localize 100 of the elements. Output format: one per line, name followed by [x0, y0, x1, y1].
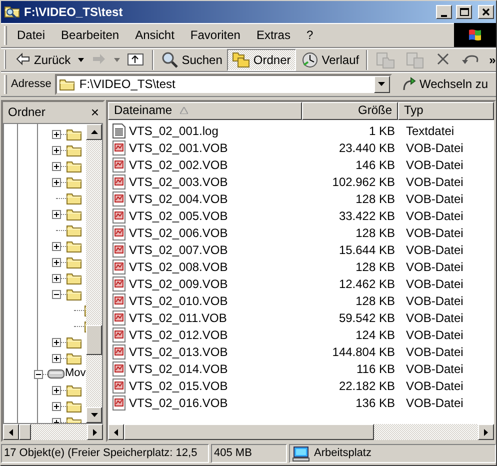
folder-search-icon: [4, 4, 20, 20]
file-row[interactable]: VTS_02_012.VOB 124 KB VOB-Datei: [108, 326, 494, 344]
right-arrow-icon[interactable]: [93, 428, 97, 436]
close-button[interactable]: ×: [90, 105, 99, 120]
scrollbar-thumb[interactable]: [19, 424, 31, 440]
address-field[interactable]: F:\VIDEO_TS\test: [55, 74, 392, 95]
folder-icon: [66, 127, 82, 142]
file-name: VTS_02_016.VOB: [129, 396, 229, 410]
caret-icon: [78, 58, 84, 62]
file-type: VOB-Datei: [405, 158, 464, 172]
file-row[interactable]: VTS_02_003.VOB 102.962 KB VOB-Datei: [108, 174, 494, 191]
computer-icon: [292, 446, 310, 462]
left-arrow-icon[interactable]: [114, 428, 118, 436]
file-type: VOB-Datei: [405, 242, 464, 258]
menu-item[interactable]: Bearbeiten: [55, 26, 126, 44]
file-size: 128 KB: [354, 260, 396, 274]
minimize-button[interactable]: [436, 4, 452, 19]
file-type: VOB-Datei: [405, 378, 464, 394]
close-button[interactable]: [478, 4, 494, 19]
toolbar-button[interactable]: Verlauf: [296, 48, 364, 71]
file-row[interactable]: VTS_02_001.log 1 KB Textdatei: [108, 122, 494, 140]
toolbar-button[interactable]: Suchen: [156, 48, 228, 71]
file-size: 23.440 KB: [338, 140, 396, 156]
more-button[interactable]: »: [484, 48, 497, 71]
toolbar-button[interactable]: Zurück: [10, 48, 76, 71]
file-name: VTS_02_008.VOB: [129, 260, 229, 274]
scroll-up-button[interactable]: [86, 124, 102, 140]
go-button[interactable]: Wechseln zu: [396, 73, 493, 96]
video-file-icon: [112, 140, 126, 156]
folder-icon: [66, 159, 82, 174]
text-file-icon: [112, 123, 126, 140]
scroll-right-button[interactable]: [478, 424, 494, 440]
folder-icon: [66, 191, 82, 206]
file-size: 102.962 KB: [331, 174, 396, 190]
scroll-right-button[interactable]: [87, 424, 103, 440]
status-text: 405 MB: [214, 446, 252, 460]
folder-icon: [66, 207, 82, 222]
file-row[interactable]: VTS_02_005.VOB 33.422 KB VOB-Datei: [108, 208, 494, 225]
file-row[interactable]: VTS_02_007.VOB 15.644 KB VOB-Datei: [108, 242, 494, 259]
video-file-icon: [112, 293, 126, 310]
caret-icon[interactable]: [378, 82, 386, 86]
scrollbar-thumb[interactable]: [124, 424, 374, 440]
file-row[interactable]: VTS_02_010.VOB 128 KB VOB-Datei: [108, 292, 494, 310]
file-row[interactable]: VTS_02_001.VOB 23.440 KB VOB-Datei: [108, 140, 494, 157]
file-name: VTS_02_009.VOB: [129, 276, 229, 292]
file-type: VOB-Datei: [405, 260, 464, 274]
file-size: 128 KB: [354, 294, 396, 308]
folders-icon: [232, 50, 250, 69]
menu-item[interactable]: ?: [300, 26, 320, 44]
video-file-icon: [112, 361, 126, 378]
file-row[interactable]: VTS_02_008.VOB 128 KB VOB-Datei: [108, 258, 494, 276]
menu-item[interactable]: Favoriten: [184, 26, 246, 44]
folder-icon: [59, 77, 76, 92]
video-file-icon: [112, 276, 126, 292]
file-size: 116 KB: [356, 362, 396, 376]
close-icon[interactable]: [481, 6, 491, 17]
file-row[interactable]: VTS_02_002.VOB 146 KB VOB-Datei: [108, 156, 494, 174]
maximize-icon[interactable]: [459, 6, 469, 17]
menu-item[interactable]: Extras: [250, 26, 296, 44]
file-type: VOB-Datei: [405, 344, 464, 360]
file-row[interactable]: VTS_02_006.VOB 128 KB VOB-Datei: [108, 224, 494, 242]
right-arrow-icon[interactable]: [484, 428, 488, 436]
column-header[interactable]: Größe: [302, 102, 398, 120]
video-file-icon: [112, 225, 126, 242]
video-file-icon: [112, 395, 126, 412]
file-type: VOB-Datei: [405, 294, 464, 308]
video-file-icon: [112, 378, 126, 394]
menu-item[interactable]: Datei: [11, 26, 52, 44]
folder-icon: [66, 239, 82, 254]
move-to-folder-icon: [375, 50, 396, 69]
scroll-down-button[interactable]: [86, 407, 102, 423]
scrollbar-thumb[interactable]: [86, 325, 102, 355]
file-row[interactable]: VTS_02_015.VOB 22.182 KB VOB-Datei: [108, 378, 494, 395]
file-row[interactable]: VTS_02_011.VOB 59.542 KB VOB-Datei: [108, 310, 494, 327]
column-header[interactable]: Typ: [398, 102, 494, 120]
left-arrow-icon[interactable]: [9, 428, 13, 436]
file-size: 1 KB: [368, 124, 396, 138]
file-size: 146 KB: [354, 158, 396, 172]
up-arrow-icon: [90, 130, 98, 134]
file-name: VTS_02_011.VOB: [129, 310, 228, 326]
file-row[interactable]: VTS_02_009.VOB 12.462 KB VOB-Datei: [108, 276, 494, 293]
maximize-button[interactable]: [456, 4, 472, 19]
file-row[interactable]: VTS_02_004.VOB 128 KB VOB-Datei: [108, 190, 494, 208]
file-row[interactable]: VTS_02_013.VOB 144.804 KB VOB-Datei: [108, 344, 494, 361]
scroll-left-button[interactable]: [108, 424, 124, 440]
toolbar-button[interactable]: Ordner: [227, 48, 296, 71]
folder-icon: [66, 351, 82, 366]
menu-item[interactable]: Ansicht: [129, 26, 180, 44]
file-name: VTS_02_001.log: [129, 124, 220, 138]
folder-icon: [66, 175, 82, 190]
file-row[interactable]: VTS_02_016.VOB 136 KB VOB-Datei: [108, 394, 494, 412]
column-header[interactable]: Dateiname: [108, 102, 302, 120]
file-type: VOB-Datei: [405, 174, 464, 190]
file-row[interactable]: VTS_02_014.VOB 116 KB VOB-Datei: [108, 360, 494, 378]
dropdown-button[interactable]: [374, 76, 390, 93]
file-name: VTS_02_014.VOB: [129, 362, 229, 376]
tree-label[interactable]: Mov: [65, 367, 86, 380]
file-size: 59.542 KB: [338, 310, 396, 326]
file-size: 128 KB: [354, 226, 396, 240]
scroll-left-button[interactable]: [3, 424, 19, 440]
